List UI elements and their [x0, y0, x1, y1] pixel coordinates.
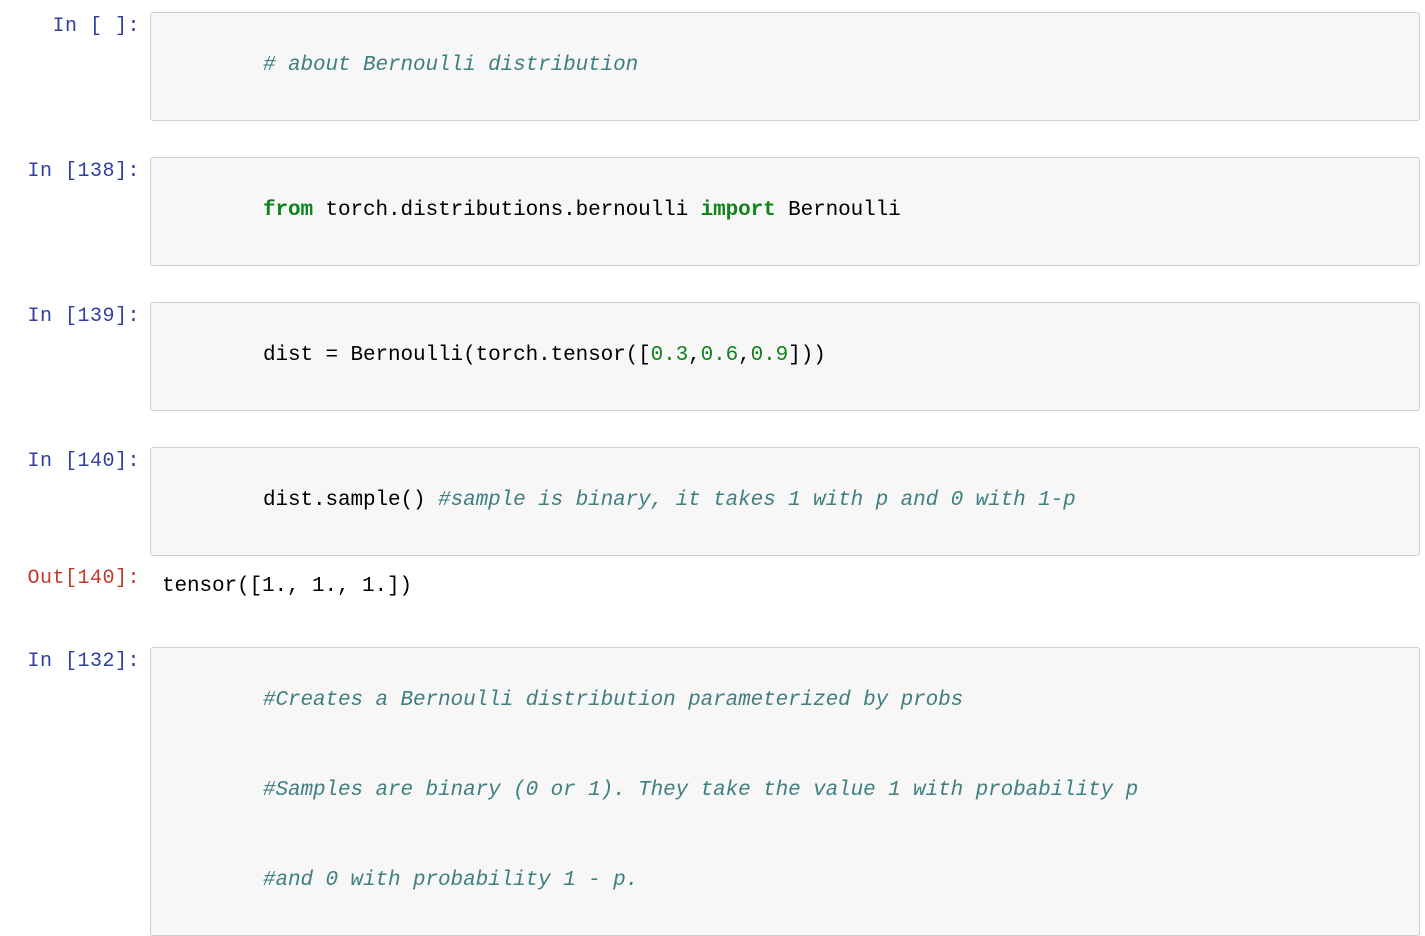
cell-prompt-in-1[interactable]: In [ ]:	[0, 12, 150, 42]
cell-spacer	[0, 411, 1425, 447]
code-token-comment: #Samples are binary (0 or 1). They take …	[263, 779, 1139, 802]
notebook-cell-4[interactable]: In [140]: dist.sample() #sample is binar…	[0, 447, 1425, 556]
code-token-plain: dist.sample()	[263, 489, 439, 512]
code-token-comment: # about Bernoulli distribution	[263, 54, 639, 77]
code-editor-3[interactable]: dist = Bernoulli(torch.tensor([0.3,0.6,0…	[150, 302, 1420, 411]
code-token-plain: ,	[738, 344, 751, 367]
code-editor-1[interactable]: # about Bernoulli distribution	[150, 12, 1420, 121]
code-line: dist.sample() #sample is binary, it take…	[163, 456, 1407, 546]
code-editor-4[interactable]: dist.sample() #sample is binary, it take…	[150, 447, 1420, 556]
code-token-plain: ,	[688, 344, 701, 367]
cell-spacer	[0, 611, 1425, 647]
code-token-number: 0.6	[700, 344, 739, 367]
output-spacer	[0, 556, 1425, 564]
code-token-comment: #and 0 with probability 1 - p.	[263, 869, 639, 892]
code-line: #and 0 with probability 1 - p.	[163, 836, 1407, 926]
cell-prompt-in-2[interactable]: In [138]:	[0, 157, 150, 187]
notebook-cell-2[interactable]: In [138]: from torch.distributions.berno…	[0, 157, 1425, 266]
code-token-number: 0.3	[650, 344, 689, 367]
code-token-plain: torch.distributions.bernoulli	[313, 199, 701, 222]
cell-spacer	[0, 121, 1425, 157]
code-token-keyword: import	[700, 199, 776, 222]
code-line: # about Bernoulli distribution	[163, 21, 1407, 111]
cell-prompt-out[interactable]: Out[140]:	[0, 564, 150, 594]
code-token-keyword: from	[263, 199, 314, 222]
output-area: tensor([1., 1., 1.])	[150, 564, 1425, 611]
code-line: #Creates a Bernoulli distribution parame…	[163, 656, 1407, 746]
notebook-cell-1[interactable]: In [ ]: # about Bernoulli distribution	[0, 12, 1425, 121]
output-line: tensor([1., 1., 1.])	[162, 575, 413, 598]
code-editor-5[interactable]: #Creates a Bernoulli distribution parame…	[150, 647, 1420, 936]
code-line: from torch.distributions.bernoulli impor…	[163, 166, 1407, 256]
code-token-plain: ]))	[788, 344, 826, 367]
notebook-output-row: Out[140]: tensor([1., 1., 1.])	[0, 564, 1425, 611]
code-editor-2[interactable]: from torch.distributions.bernoulli impor…	[150, 157, 1420, 266]
notebook-cell-5[interactable]: In [132]: #Creates a Bernoulli distribut…	[0, 647, 1425, 936]
code-token-plain: dist = Bernoulli(torch.tensor([	[263, 344, 651, 367]
code-token-comment: #sample is binary, it takes 1 with p and…	[438, 489, 1076, 512]
notebook-container: In [ ]: # about Bernoulli distribution I…	[0, 0, 1425, 936]
notebook-cell-3[interactable]: In [139]: dist = Bernoulli(torch.tensor(…	[0, 302, 1425, 411]
cell-prompt-in-5[interactable]: In [132]:	[0, 647, 150, 677]
code-token-plain: Bernoulli	[775, 199, 901, 222]
cell-prompt-in-4[interactable]: In [140]:	[0, 447, 150, 477]
code-line: dist = Bernoulli(torch.tensor([0.3,0.6,0…	[163, 311, 1407, 401]
cell-prompt-in-3[interactable]: In [139]:	[0, 302, 150, 332]
code-token-number: 0.9	[750, 344, 789, 367]
code-line: #Samples are binary (0 or 1). They take …	[163, 746, 1407, 836]
cell-spacer	[0, 266, 1425, 302]
code-token-comment: #Creates a Bernoulli distribution parame…	[263, 689, 964, 712]
top-spacer	[0, 0, 1425, 12]
